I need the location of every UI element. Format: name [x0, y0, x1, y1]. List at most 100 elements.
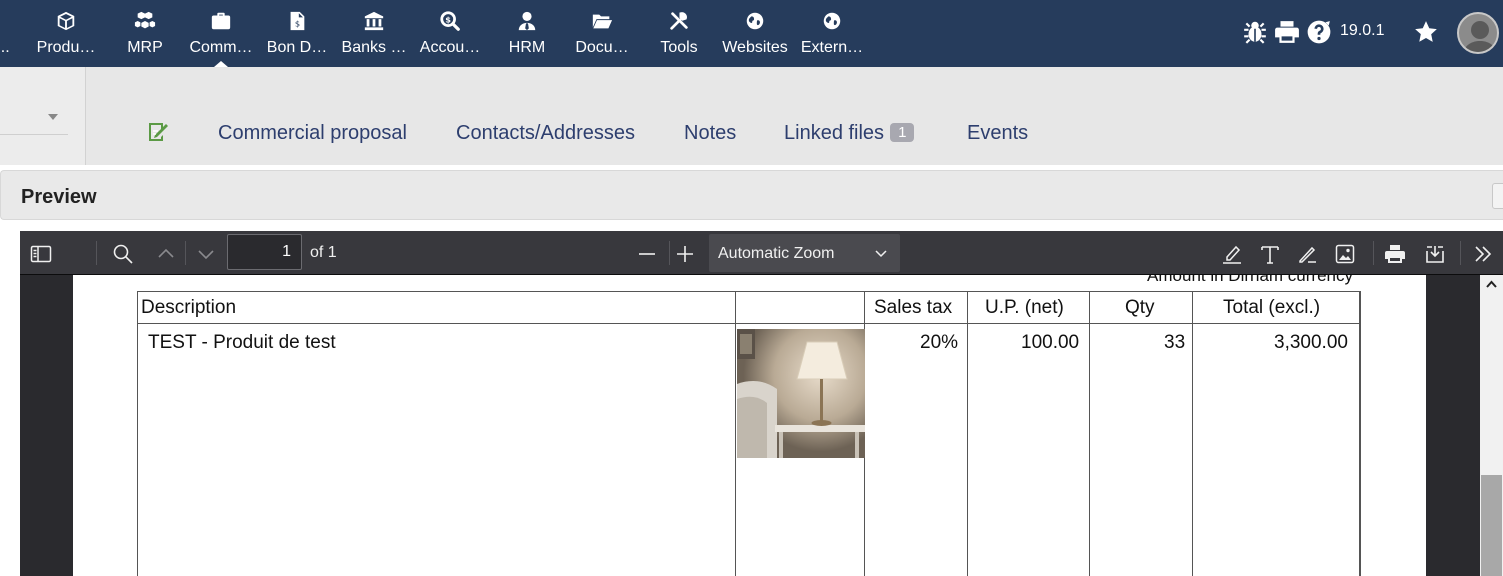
- pdf-document-area[interactable]: Amount in Dirham currency Description Sa…: [20, 275, 1503, 576]
- scrollbar-thumb[interactable]: [1481, 475, 1502, 576]
- toolbar-separator: [1460, 241, 1461, 265]
- nav-item-label: Bon D…: [266, 39, 328, 56]
- tab-commercial-proposal[interactable]: Commercial proposal: [218, 122, 407, 145]
- column-divider: [1089, 292, 1090, 576]
- globe-icon: [746, 12, 764, 30]
- tools-icon: [670, 12, 688, 30]
- nav-item-commercial[interactable]: Comm…: [186, 0, 256, 67]
- cube-icon: [57, 11, 75, 31]
- nav-item-label: Docu…: [575, 39, 629, 56]
- nav-item-label: Tools: [660, 39, 698, 56]
- record-tabs-bar: Commercial proposal Contacts/Addresses N…: [0, 67, 1503, 165]
- row-sales-tax: 20%: [920, 332, 959, 353]
- pdf-toolbar: 1 of 1 Automatic Zoom: [20, 231, 1503, 275]
- search-icon[interactable]: [112, 243, 134, 265]
- zoom-out-icon[interactable]: [636, 243, 658, 265]
- page-number-input[interactable]: 1: [227, 234, 302, 270]
- line-items-table: Description Sales tax U.P. (net) Qty Tot…: [137, 291, 1361, 576]
- nav-item-more[interactable]: ...: [0, 0, 20, 67]
- edit-document-icon: [149, 123, 168, 141]
- nav-item-billing[interactable]: $ Bon D…: [262, 0, 332, 67]
- tab-notes[interactable]: Notes: [684, 122, 736, 145]
- column-divider: [1359, 292, 1360, 576]
- nav-item-banks[interactable]: Banks …: [338, 0, 410, 67]
- table-lamp-photo: [737, 329, 865, 458]
- tab-contacts-addresses[interactable]: Contacts/Addresses: [456, 122, 635, 145]
- toolbar-separator: [96, 241, 97, 265]
- nav-item-documents[interactable]: Docu…: [566, 0, 638, 67]
- cubes-icon: [134, 11, 156, 29]
- column-header-description: Description: [141, 297, 237, 318]
- print-icon[interactable]: [1274, 19, 1300, 45]
- nav-item-label: HRM: [508, 39, 546, 56]
- highlight-icon[interactable]: [1221, 243, 1243, 265]
- text-tool-icon[interactable]: [1259, 243, 1281, 265]
- chevron-down-icon: [875, 250, 887, 258]
- nav-item-label: ...: [0, 39, 10, 56]
- sidebar-toggle-icon[interactable]: [30, 243, 52, 265]
- nav-item-label: Websites: [722, 39, 788, 56]
- tab-linked-files[interactable]: Linked files 1: [784, 122, 915, 145]
- nav-item-label: Banks …: [341, 39, 407, 56]
- bank-icon: [364, 11, 384, 31]
- svg-text:$: $: [445, 14, 451, 24]
- nav-item-external[interactable]: Extern…: [796, 0, 868, 67]
- nav-item-mrp[interactable]: MRP: [118, 0, 172, 67]
- bug-icon[interactable]: [1242, 19, 1268, 45]
- draw-icon[interactable]: [1296, 243, 1318, 265]
- chevron-down-icon[interactable]: [195, 243, 217, 265]
- nav-item-tools[interactable]: Tools: [652, 0, 706, 67]
- nav-item-label: MRP: [127, 39, 163, 56]
- nav-item-label: Comm…: [189, 39, 253, 56]
- select-underline: [0, 134, 68, 135]
- top-navigation-bar: ... Produ… MRP Comm… $ Bon D… Banks … $ …: [0, 0, 1503, 67]
- record-selector[interactable]: [0, 67, 86, 165]
- column-header-sales-tax: Sales tax: [874, 297, 953, 318]
- nav-item-hrm[interactable]: HRM: [500, 0, 554, 67]
- double-chevron-right-icon[interactable]: [1472, 243, 1494, 265]
- vertical-scrollbar[interactable]: [1480, 275, 1503, 576]
- header-divider: [138, 323, 1360, 324]
- close-preview-button[interactable]: [1492, 183, 1503, 209]
- preview-title: Preview: [21, 186, 97, 208]
- chevron-up-icon[interactable]: [1485, 278, 1498, 291]
- globe-icon: [823, 12, 841, 30]
- zoom-select[interactable]: Automatic Zoom: [709, 234, 900, 272]
- row-description: TEST - Produit de test: [148, 332, 336, 353]
- currency-note: Amount in Dirham currency: [1147, 275, 1353, 285]
- avatar[interactable]: [1457, 12, 1499, 54]
- zoom-in-icon[interactable]: [674, 243, 696, 265]
- invoice-icon: $: [290, 11, 305, 31]
- nav-item-accounting[interactable]: $ Accou…: [414, 0, 486, 67]
- version-label: 19.0.1: [1340, 22, 1385, 39]
- chevron-up-icon[interactable]: [155, 243, 177, 265]
- zoom-select-value: Automatic Zoom: [718, 245, 835, 262]
- briefcase-icon: [211, 12, 231, 30]
- tab-events[interactable]: Events: [967, 122, 1028, 145]
- download-icon[interactable]: [1424, 243, 1446, 265]
- nav-item-websites[interactable]: Websites: [718, 0, 792, 67]
- row-unit-price: 100.00: [1021, 332, 1080, 353]
- user-tie-icon: [518, 11, 536, 31]
- column-header-unit-price: U.P. (net): [985, 297, 1064, 318]
- nav-item-label: Produ…: [36, 39, 96, 56]
- nav-item-label: Accou…: [419, 39, 481, 56]
- nav-item-products[interactable]: Produ…: [30, 0, 102, 67]
- folder-open-icon: [592, 14, 613, 29]
- product-image: [737, 329, 865, 458]
- column-divider: [735, 292, 736, 576]
- tab-linked-files-label: Linked files: [784, 122, 885, 144]
- star-icon[interactable]: [1413, 19, 1439, 45]
- row-total: 3,300.00: [1274, 332, 1348, 353]
- column-divider: [1192, 292, 1193, 576]
- pdf-viewer: 1 of 1 Automatic Zoom Amount in Dirham c…: [20, 231, 1503, 576]
- column-header-qty: Qty: [1125, 297, 1155, 318]
- add-image-icon[interactable]: [1334, 243, 1356, 265]
- help-icon[interactable]: [1306, 19, 1332, 45]
- print-icon[interactable]: [1384, 243, 1406, 265]
- user-silhouette-icon: [1463, 21, 1497, 52]
- page-count-label: of 1: [310, 244, 337, 261]
- toolbar-separator: [669, 241, 670, 265]
- toolbar-separator: [185, 241, 186, 265]
- svg-text:$: $: [295, 19, 300, 29]
